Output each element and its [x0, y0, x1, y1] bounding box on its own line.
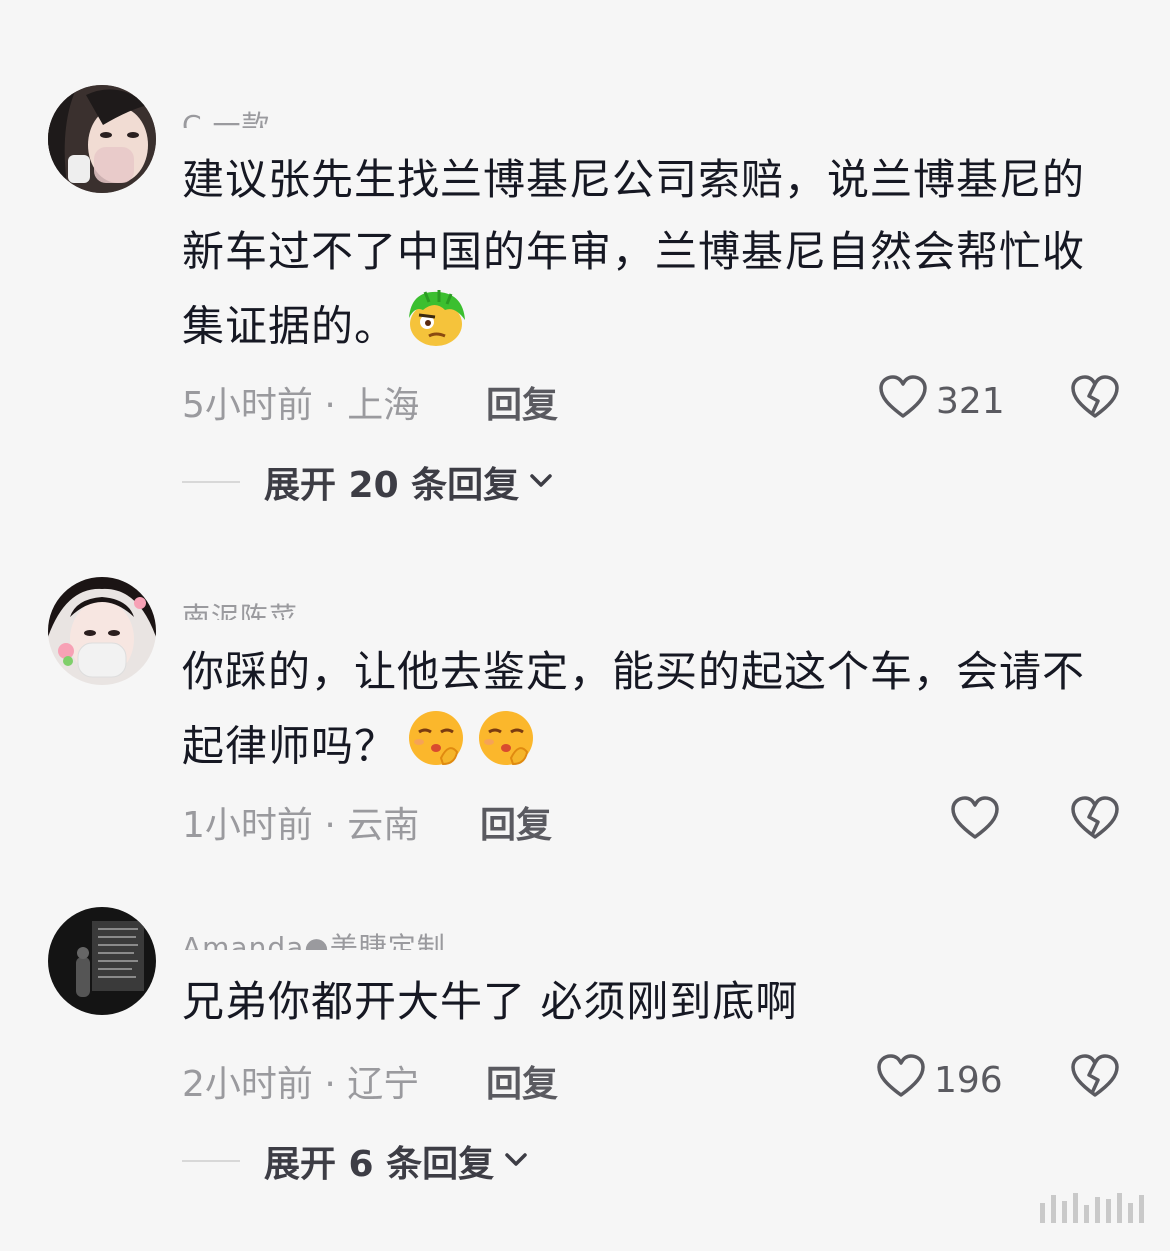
comment-text-content: 兄弟你都开大牛了 必须刚到底啊	[182, 977, 799, 1026]
comment-text-content: 建议张先生找兰博基尼公司索赔，说兰博基尼的新车过不了中国的年审，兰博基尼自然会帮…	[182, 155, 1086, 351]
shushing-face-emoji	[475, 708, 537, 790]
comment-text-content: 你踩的，让他去鉴定，能买的起这个车，会请不起律师吗？	[182, 647, 1086, 771]
avatar[interactable]	[48, 577, 156, 685]
expand-replies-label: 展开 20 条回复	[264, 465, 520, 506]
chevron-down-icon	[527, 466, 555, 498]
comment-text: 兄弟你都开大牛了 必须刚到底啊	[182, 966, 1092, 1038]
reply-button[interactable]: 回复	[486, 376, 558, 428]
comment-time-location: 2小时前 · 辽宁	[182, 1064, 420, 1105]
heart-icon	[950, 795, 1000, 850]
heart-icon	[876, 1053, 926, 1108]
avatar[interactable]	[48, 85, 156, 193]
like-count: 321	[936, 381, 1005, 422]
heart-icon	[878, 374, 928, 429]
dislike-button[interactable]	[1070, 795, 1120, 845]
shushing-face-emoji	[405, 708, 467, 790]
broken-heart-icon	[1071, 1054, 1119, 1097]
green-hair-face-emoji	[405, 288, 467, 370]
comment-time-location: 5小时前 · 上海	[182, 385, 420, 426]
like-button[interactable]: 196	[876, 1053, 1003, 1108]
comment-time-location: 1小时前 · 云南	[182, 805, 420, 846]
username[interactable]: 南泥陈菜	[182, 596, 298, 620]
expand-replies[interactable]: 展开 20 条回复	[182, 456, 555, 508]
reply-button[interactable]: 回复	[486, 1055, 558, 1107]
username[interactable]: C 一款	[182, 104, 270, 128]
divider	[182, 481, 240, 483]
avatar[interactable]	[48, 907, 156, 1015]
expand-replies-label: 展开 6 条回复	[264, 1144, 495, 1185]
broken-heart-icon	[1071, 796, 1119, 839]
divider	[182, 1160, 240, 1162]
chevron-down-icon	[502, 1145, 530, 1177]
like-count: 196	[934, 1060, 1003, 1101]
dislike-button[interactable]	[1070, 374, 1120, 424]
expand-replies[interactable]: 展开 6 条回复	[182, 1135, 530, 1187]
like-button[interactable]: 321	[878, 374, 1005, 429]
comment-text: 建议张先生找兰博基尼公司索赔，说兰博基尼的新车过不了中国的年审，兰博基尼自然会帮…	[182, 144, 1092, 370]
like-button[interactable]	[950, 795, 1000, 850]
comment-text: 你踩的，让他去鉴定，能买的起这个车，会请不起律师吗？	[182, 636, 1092, 790]
broken-heart-icon	[1071, 375, 1119, 418]
reply-button[interactable]: 回复	[480, 796, 552, 848]
dislike-button[interactable]	[1070, 1053, 1120, 1103]
watermark	[1040, 1193, 1144, 1223]
username[interactable]: Amanda●美睫定制	[182, 926, 446, 950]
